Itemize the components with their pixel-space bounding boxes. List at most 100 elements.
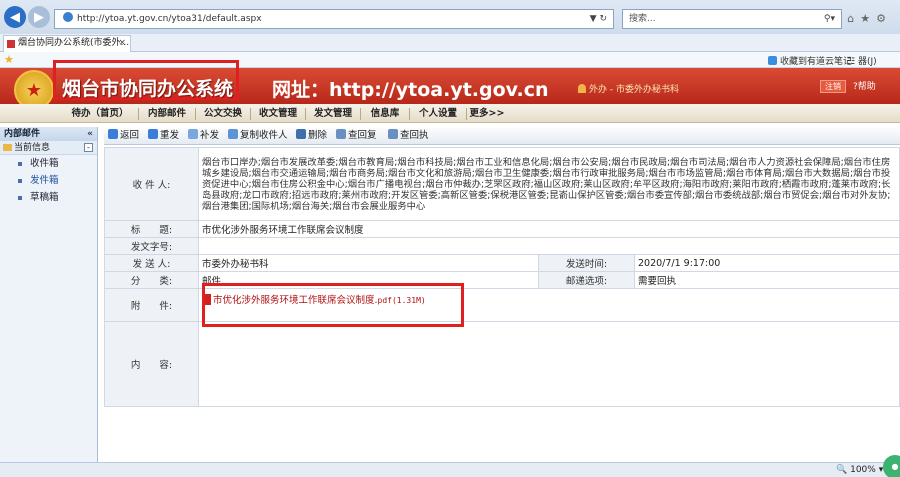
subject-label: 标 题: (104, 220, 199, 238)
copy-icon (228, 129, 238, 139)
address-bar[interactable]: http://ytoa.yt.gov.cn/ytoa31/default.asp… (54, 9, 614, 29)
toolbar-label: 返回 (120, 130, 140, 141)
supplement-icon (188, 129, 198, 139)
back-toolbar-button[interactable]: 返回 (108, 129, 139, 143)
doc-no-label: 发文字号: (104, 237, 199, 255)
help-link[interactable]: ?帮助 (853, 79, 876, 92)
browser-tools-icons[interactable]: ⌂★⚙ (847, 12, 892, 25)
subject-value: 市优化涉外服务环境工作联席会议制度 (198, 220, 900, 238)
tools-label: 器(J) (857, 57, 877, 67)
sidebar-item-sent[interactable]: 发件箱 (0, 172, 97, 189)
sidebar-item-label: 发件箱 (30, 175, 59, 186)
send-time-value: 2020/7/1 9:17:00 (634, 254, 900, 272)
toolbar-label: 补发 (200, 130, 220, 141)
search-placeholder: 搜索... (629, 14, 656, 24)
nav-todo-home[interactable]: 待办（首页） (62, 104, 138, 123)
sidebar-section[interactable]: 当前信息 - (0, 141, 97, 155)
toolbar-label: 删除 (308, 130, 328, 141)
sidebar-item-inbox[interactable]: 收件箱 (0, 155, 97, 172)
bullet-icon (18, 162, 22, 166)
folder-icon (3, 144, 12, 151)
floating-widget-icon[interactable]: ● (883, 455, 900, 477)
attachment-highlight-box (202, 283, 464, 327)
sidebar: 内部邮件 « 当前信息 - 收件箱 发件箱 草稿箱 (0, 127, 98, 462)
doc-no-row: 发文字号: (104, 237, 900, 255)
toolbar-label: 查回复 (348, 130, 377, 141)
nav-incoming-docs[interactable]: 收文管理 (251, 104, 305, 123)
nav-personal-settings[interactable]: 个人设置 (410, 104, 466, 123)
sidebar-header-label: 内部邮件 (4, 129, 41, 139)
send-time-label: 发送时间: (538, 254, 635, 272)
nav-info-library[interactable]: 信息库 (361, 104, 409, 123)
recipients-label: 收 件 人: (104, 147, 199, 221)
attachment-label: 附 件: (104, 288, 199, 322)
search-input[interactable]: 搜索... ⚲▾ (622, 9, 842, 29)
youdao-label: 收藏到有道云笔记 (780, 57, 853, 67)
nav-doc-exchange[interactable]: 公文交换 (196, 104, 250, 123)
favorites-star-icon[interactable]: ★ (4, 53, 14, 66)
close-icon[interactable]: × (118, 36, 126, 51)
copy-recipients-button[interactable]: 复制收件人 (228, 129, 288, 143)
sidebar-section-label: 当前信息 (14, 143, 51, 153)
mail-toolbar: 返回 重发 补发 复制收件人 删除 查回复 查回执 (104, 127, 900, 145)
browser-tab[interactable]: 烟台协同办公系统(市委外... × (3, 35, 131, 52)
sidebar-item-label: 收件箱 (30, 158, 59, 169)
supplement-send-button[interactable]: 补发 (188, 129, 219, 143)
content-row: 内 容: (104, 321, 900, 407)
resend-icon (148, 129, 158, 139)
logout-button[interactable]: 注销 (820, 80, 846, 93)
search-icon[interactable]: ⚲▾ (824, 10, 835, 28)
nav-more[interactable]: 更多>> (467, 104, 507, 123)
youdao-icon (768, 56, 777, 65)
address-url: http://ytoa.yt.gov.cn/ytoa31/default.asp… (77, 14, 262, 24)
favicon-icon (7, 40, 15, 48)
tools-menu[interactable]: ☷ 器(J) (847, 54, 877, 67)
nav-outgoing-docs[interactable]: 发文管理 (306, 104, 360, 123)
main-nav: 待办（首页） 内部邮件 公文交换 收文管理 发文管理 信息库 个人设置 更多>> (0, 104, 900, 123)
sidebar-header: 内部邮件 « (0, 127, 97, 141)
check-replies-button[interactable]: 查回复 (336, 129, 377, 143)
forward-button[interactable]: ▶ (28, 6, 50, 28)
check-receipts-button[interactable]: 查回执 (388, 129, 429, 143)
resend-button[interactable]: 重发 (148, 129, 179, 143)
toolbar-label: 复制收件人 (240, 130, 288, 141)
zoom-value: 100% (850, 465, 876, 475)
recipients-value: 烟台市口岸办;烟台市发展改革委;烟台市教育局;烟台市科技局;烟台市工业和信息化局… (198, 147, 900, 221)
subject-row: 标 题: 市优化涉外服务环境工作联席会议制度 (104, 220, 900, 238)
browser-toolbar: ◀ ▶ http://ytoa.yt.gov.cn/ytoa31/default… (0, 0, 900, 34)
user-info-label: 外办 - 市委外办秘书科 (589, 85, 679, 95)
category-label: 分 类: (104, 271, 199, 289)
youdao-note-button[interactable]: 收藏到有道云笔记 (768, 54, 852, 67)
mail-option-label: 邮递选项: (538, 271, 635, 289)
return-icon (108, 129, 118, 139)
recipients-row: 收 件 人: 烟台市口岸办;烟台市发展改革委;烟台市教育局;烟台市科技局;烟台市… (104, 147, 900, 221)
back-button[interactable]: ◀ (4, 6, 26, 28)
url-note: 网址：http://ytoa.yt.gov.cn (272, 79, 549, 101)
refresh-icon[interactable]: ▼ ↻ (590, 10, 607, 28)
toolbar-label: 重发 (160, 130, 180, 141)
sidebar-item-label: 草稿箱 (30, 192, 59, 203)
sender-row: 发 送 人: 市委外办秘书科 发送时间: 2020/7/1 9:17:00 (104, 254, 900, 272)
recipients-list: 烟台市口岸办;烟台市发展改革委;烟台市教育局;烟台市科技局;烟台市工业和信息化局… (202, 156, 891, 212)
collapse-icon[interactable]: « (87, 127, 93, 141)
receipt-icon (388, 129, 398, 139)
reply-icon (336, 129, 346, 139)
content-value (198, 321, 900, 407)
user-icon (578, 84, 586, 93)
tab-title: 烟台协同办公系统(市委外... (18, 38, 130, 48)
delete-button[interactable]: 删除 (296, 129, 327, 143)
nav-internal-mail[interactable]: 内部邮件 (139, 104, 195, 123)
sidebar-item-drafts[interactable]: 草稿箱 (0, 189, 97, 206)
sender-label: 发 送 人: (104, 254, 199, 272)
bullet-icon (18, 196, 22, 200)
minus-icon[interactable]: - (84, 143, 93, 152)
mail-option-value: 需要回执 (634, 271, 900, 289)
content-label: 内 容: (104, 321, 199, 407)
tab-bar: 烟台协同办公系统(市委外... × (0, 34, 900, 52)
toolbar-label: 查回执 (400, 130, 429, 141)
bullet-icon (18, 179, 22, 183)
app-title: 烟台市协同办公系统 (62, 78, 234, 100)
doc-no-value (198, 237, 900, 255)
zoom-icon: 🔍 (836, 465, 848, 475)
zoom-level[interactable]: 🔍 100% ▾ (836, 465, 883, 475)
